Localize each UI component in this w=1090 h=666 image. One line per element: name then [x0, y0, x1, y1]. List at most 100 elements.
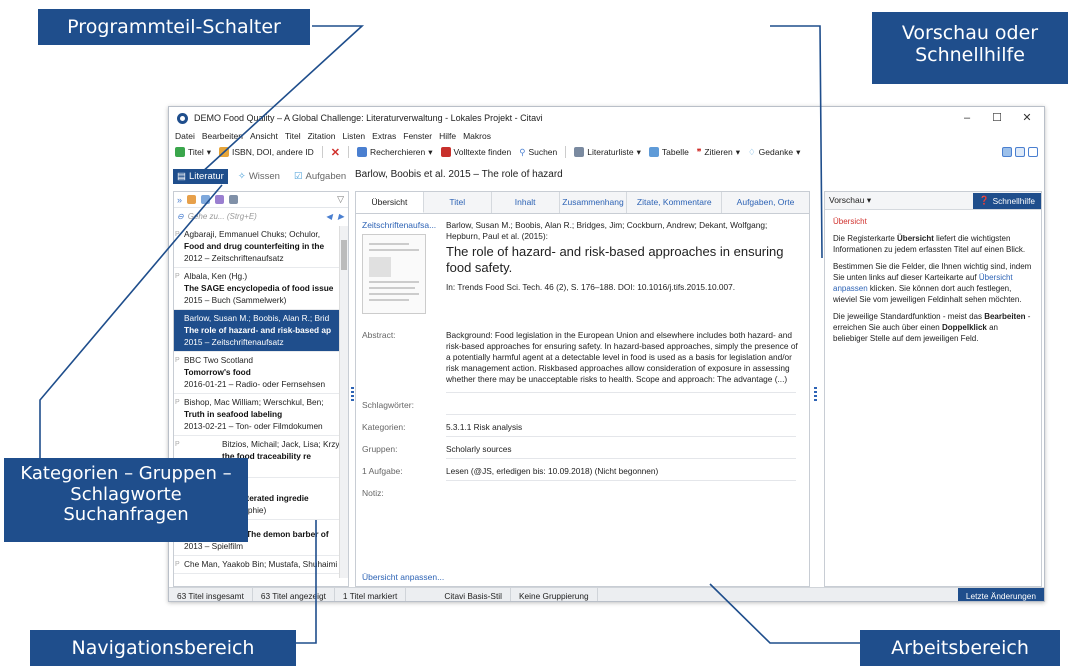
tab-inhalt[interactable]: Inhalt — [492, 192, 560, 213]
tab-zusammenhang[interactable]: Zusammenhang — [560, 192, 628, 213]
help-paragraph: Die Registerkarte Übersicht liefert die … — [833, 234, 1026, 254]
group-icon[interactable] — [201, 195, 211, 204]
tasks-icon: ☑ — [293, 170, 303, 182]
help-heading: Übersicht — [833, 217, 867, 226]
program-part-switcher: ▤ Literatur ✧ Wissen ☑ Aufgaben — [169, 167, 346, 185]
expand-icon[interactable]: » — [177, 195, 182, 205]
layout-three-pane-icon[interactable] — [1002, 147, 1012, 157]
tab-uebersicht[interactable]: Übersicht — [356, 192, 424, 213]
maximize-button[interactable]: ☐ — [982, 110, 1012, 126]
close-button[interactable]: ✕ — [1012, 110, 1042, 126]
toolbar-separator — [347, 146, 349, 158]
minimize-button[interactable]: – — [952, 110, 982, 126]
search-query-icon[interactable] — [229, 195, 239, 204]
splitter-left[interactable] — [351, 387, 354, 401]
callout-programmteil: Programmteil-Schalter — [38, 9, 310, 45]
status-style[interactable]: Citavi Basis-Stil — [436, 588, 511, 601]
goto-input[interactable]: Gehe zu... (Strg+E) — [188, 212, 257, 221]
tabelle-button[interactable]: Tabelle — [648, 147, 689, 157]
preview-panel: Vorschau ▾ ❓ Schnellhilfe Übersicht Die R… — [824, 191, 1042, 587]
menu-listen[interactable]: Listen — [342, 131, 365, 141]
menu-fenster[interactable]: Fenster — [403, 131, 432, 141]
menu-titel[interactable]: Titel — [285, 131, 301, 141]
callout-navigation: Navigationsbereich — [30, 630, 296, 666]
lightbulb-icon: ♢ — [748, 146, 756, 157]
toolbar: Titel ▾ ISBN, DOI, andere ID ✕ Recherchi… — [169, 143, 1044, 161]
tab-aufgaben-orte[interactable]: Aufgaben, Orte — [722, 192, 809, 213]
keyword-icon[interactable] — [215, 195, 225, 204]
divider — [446, 414, 796, 415]
toolbar-separator — [565, 146, 567, 158]
list-icon — [574, 147, 585, 157]
zitieren-button[interactable]: ❞ Zitieren ▾ — [697, 147, 740, 158]
note-label: Notiz: — [362, 488, 384, 498]
list-item[interactable]: P Agbaraji, Emmanuel Chuks; Ochulor, Food … — [174, 226, 340, 268]
back-icon[interactable]: ⊖ — [177, 212, 184, 221]
delete-x-icon: ✕ — [330, 146, 340, 159]
gedanke-button[interactable]: ♢ Gedanke ▾ — [748, 147, 800, 158]
tab-titel[interactable]: Titel — [424, 192, 492, 213]
layout-one-pane-icon[interactable] — [1028, 147, 1038, 157]
search-db-icon — [356, 147, 367, 157]
delete-button[interactable]: ✕ — [331, 146, 340, 159]
citation-text: In: Trends Food Sci. Tech. 46 (2), S. 17… — [446, 282, 736, 292]
menu-ansicht[interactable]: Ansicht — [250, 131, 278, 141]
layout-switcher — [1002, 147, 1038, 157]
list-item-selected[interactable]: Barlow, Susan M.; Boobis, Alan R.; Brid T… — [174, 310, 340, 352]
help-text: Übersicht Die Registerkarte Übersicht li… — [825, 210, 1041, 356]
task-label: 1 Aufgabe: — [362, 466, 403, 476]
tab-wissen[interactable]: ✧ Wissen — [234, 169, 284, 184]
list-item[interactable]: P Bishop, Mac William; Werschkul, Ben; Tru… — [174, 394, 340, 436]
preview-dropdown[interactable]: Vorschau ▾ — [829, 195, 871, 206]
customize-overview-link[interactable]: Übersicht anpassen... — [362, 572, 444, 582]
recent-changes-button[interactable]: Letzte Änderungen — [957, 588, 1044, 601]
divider — [446, 458, 796, 459]
tab-aufgaben[interactable]: ☑ Aufgaben — [290, 169, 350, 184]
prev-icon[interactable]: ◀ — [326, 212, 332, 221]
next-icon[interactable]: ▶ — [338, 212, 344, 221]
citavi-logo-icon — [177, 112, 188, 124]
menu-zitation[interactable]: Zitation — [308, 131, 336, 141]
keywords-label: Schlagwörter: — [362, 400, 414, 410]
filter-icon[interactable]: ▽ — [337, 194, 344, 205]
menu-bearbeiten[interactable]: Bearbeiten — [202, 131, 243, 141]
isbn-button[interactable]: ISBN, DOI, andere ID — [219, 147, 314, 157]
splitter-right[interactable] — [814, 387, 817, 401]
recherchieren-button[interactable]: Recherchieren ▾ — [356, 147, 433, 158]
authors-text: Barlow, Susan M.; Boobis, Alan R.; Bridg… — [446, 220, 768, 241]
abstract-label: Abstract: — [362, 330, 396, 340]
list-item[interactable]: P Albala, Ken (Hg.) The SAGE encyclopedia … — [174, 268, 340, 310]
volltexte-button[interactable]: Volltexte finden — [440, 147, 511, 157]
list-item[interactable]: P Che Man, Yaakob Bin; Mustafa, Shuhaimi — [174, 556, 340, 574]
status-marked: 1 Titel markiert — [335, 588, 407, 601]
status-shown: 63 Titel angezeigt — [253, 588, 335, 601]
category-icon[interactable] — [187, 195, 197, 204]
preview-header: Vorschau ▾ ❓ Schnellhilfe — [825, 192, 1041, 210]
title-bar: DEMO Food Quality – A Global Challenge: … — [169, 107, 1044, 129]
literaturliste-button[interactable]: Literaturliste ▾ — [574, 147, 641, 158]
tab-literatur[interactable]: ▤ Literatur — [173, 168, 228, 184]
citavi-window: DEMO Food Quality – A Global Challenge: … — [168, 106, 1045, 602]
table-icon — [648, 147, 659, 157]
help-icon: ❓ — [979, 195, 990, 205]
doc-type-link[interactable]: Zeitschriftenaufsa... — [362, 220, 436, 230]
menu-makros[interactable]: Makros — [463, 131, 491, 141]
quick-help-button[interactable]: ❓ Schnellhilfe — [973, 192, 1041, 209]
layout-two-pane-icon[interactable] — [1015, 147, 1025, 157]
scroll-thumb[interactable] — [341, 240, 347, 270]
status-grouping[interactable]: Keine Gruppierung — [511, 588, 598, 601]
nav-scrollbar[interactable] — [339, 226, 348, 578]
work-tabs: Übersicht Titel Inhalt Zusammenhang Zita… — [356, 192, 809, 214]
divider — [446, 392, 796, 393]
menu-extras[interactable]: Extras — [372, 131, 396, 141]
new-title-button[interactable]: Titel ▾ — [175, 147, 211, 158]
menu-datei[interactable]: Datei — [175, 131, 195, 141]
work-area: Übersicht Titel Inhalt Zusammenhang Zita… — [355, 191, 810, 587]
menu-hilfe[interactable]: Hilfe — [439, 131, 456, 141]
list-item[interactable]: P BBC Two Scotland Tomorrow's food 2016-01-… — [174, 352, 340, 394]
tab-zitate[interactable]: Zitate, Kommentare — [627, 192, 723, 213]
suchen-button[interactable]: ⚲ Suchen — [519, 147, 557, 158]
callout-kategorien: Kategorien – Gruppen – Schlagworte Sucha… — [4, 458, 248, 542]
divider — [446, 480, 796, 481]
current-title-heading: Barlow, Boobis et al. 2015 – The role of… — [355, 169, 563, 180]
